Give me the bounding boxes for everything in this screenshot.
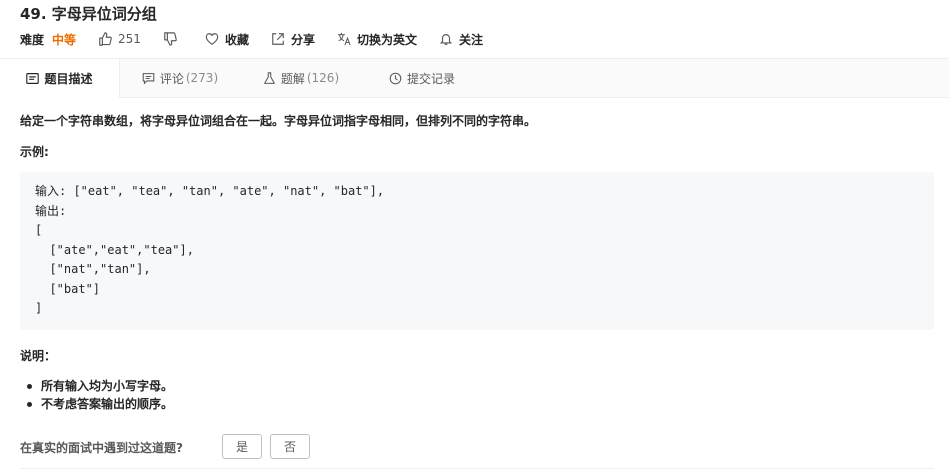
flask-icon: [263, 71, 275, 84]
dislike-button[interactable]: [163, 32, 183, 46]
tab-description[interactable]: 题目描述: [0, 59, 120, 98]
tab-bar: 题目描述 评论 (273) 题解 (126) 提交记录: [0, 58, 949, 98]
share-button[interactable]: 分享: [271, 31, 315, 48]
heart-icon: [205, 33, 219, 45]
list-item: 不考虑答案输出的顺序。: [20, 395, 173, 413]
comment-icon: [142, 72, 155, 85]
clock-icon: [389, 72, 402, 84]
difficulty: 难度 中等: [20, 31, 76, 48]
bell-icon: [439, 34, 453, 45]
note-text: 不考虑答案输出的顺序。: [41, 397, 174, 411]
tab-comments[interactable]: 评论 (273): [120, 59, 240, 97]
tab-label: 评论: [159, 71, 184, 86]
switch-language-label: 切换为英文: [356, 32, 417, 47]
divider: [20, 468, 934, 469]
tab-count: (126): [306, 71, 340, 85]
example-code-block: 输入: ["eat", "tea", "tan", "ate", "nat", …: [20, 172, 934, 330]
favorite-button[interactable]: 收藏: [205, 31, 249, 48]
problem-header: 49. 字母异位词分组 难度 中等 251 收藏 分享 切换为英文 关注: [0, 0, 949, 58]
problem-description: 给定一个字符串数组，将字母异位词组合在一起。字母异位词指字母相同，但排列不同的字…: [20, 114, 537, 128]
code-line: ["bat"]: [35, 281, 101, 296]
interview-question: 在真实的面试中遇到过这道题?: [20, 441, 183, 455]
note-text: 所有输入均为小写字母。: [41, 379, 174, 393]
yes-button[interactable]: 是: [222, 434, 262, 459]
example-heading: 示例:: [20, 145, 49, 159]
share-icon: [272, 33, 284, 45]
code-line: ["nat","tan"],: [35, 262, 151, 276]
difficulty-value: 中等: [52, 32, 77, 47]
bullet-icon: [27, 401, 32, 407]
tab-label: 题解: [280, 71, 305, 86]
follow-button[interactable]: 关注: [439, 31, 483, 48]
list-item: 所有输入均为小写字母。: [20, 377, 173, 395]
code-line: ]: [35, 301, 43, 315]
thumbs-down-icon: [164, 32, 177, 46]
thumbs-up-icon: [99, 32, 112, 46]
like-count: 251: [118, 32, 141, 46]
tab-label: 题目描述: [44, 72, 93, 86]
share-label: 分享: [290, 32, 315, 47]
notes-list: 所有输入均为小写字母。 不考虑答案输出的顺序。: [20, 377, 173, 413]
code-line: ["ate","eat","tea"],: [35, 242, 194, 257]
code-line: 输出:: [35, 203, 67, 218]
bullet-icon: [27, 383, 32, 389]
tab-count: (273): [185, 71, 219, 85]
code-line: 输入: ["eat", "tea", "tan", "ate", "nat", …: [35, 184, 385, 198]
description-icon: [26, 73, 40, 84]
difficulty-label: 难度: [20, 32, 45, 47]
tab-solutions[interactable]: 题解 (126): [240, 59, 362, 97]
page-title: 49. 字母异位词分组: [20, 5, 157, 23]
notes-heading: 说明：: [20, 349, 57, 363]
tab-submissions[interactable]: 提交记录: [362, 59, 482, 97]
follow-label: 关注: [458, 32, 483, 47]
translate-icon: [337, 32, 351, 46]
switch-language-button[interactable]: 切换为英文: [337, 31, 417, 48]
favorite-label: 收藏: [224, 32, 249, 47]
no-button[interactable]: 否: [270, 434, 310, 459]
code-line: [: [35, 223, 43, 237]
problem-meta-bar: 难度 中等 251 收藏 分享 切换为英文 关注: [20, 28, 929, 50]
like-button[interactable]: 251: [98, 32, 141, 46]
tab-label: 提交记录: [406, 71, 455, 86]
